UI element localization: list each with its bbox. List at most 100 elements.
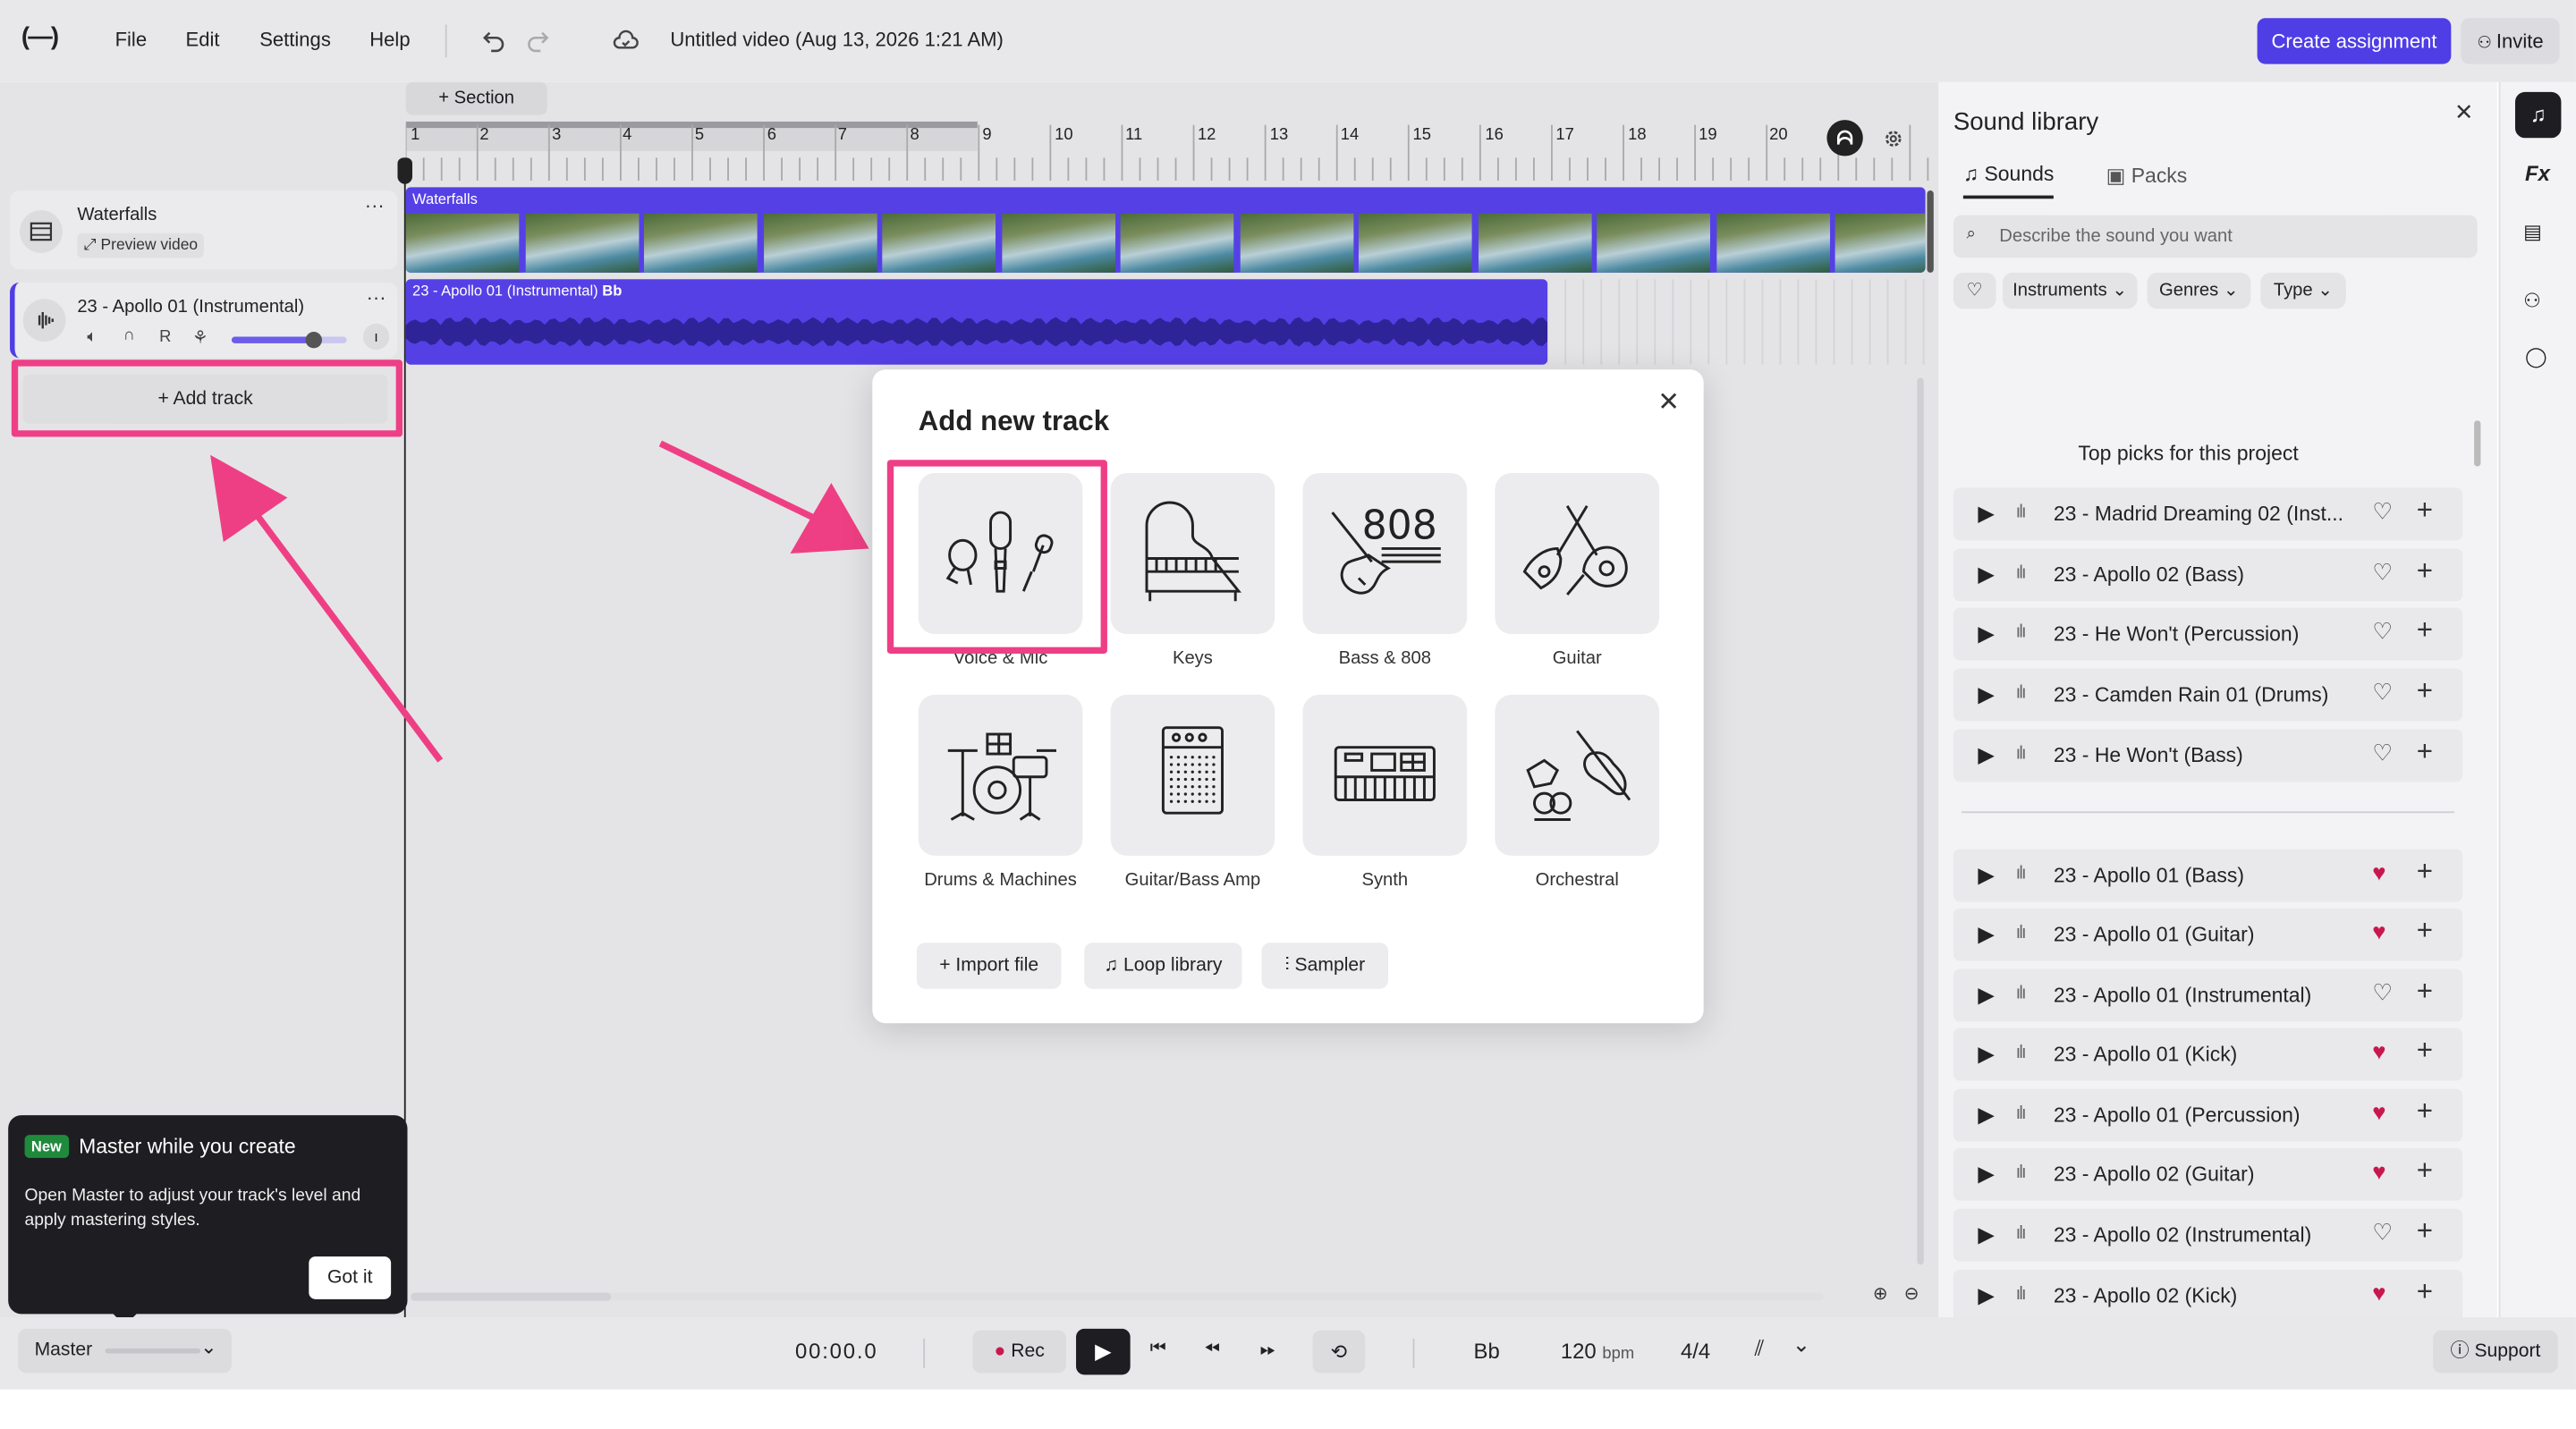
playhead-handle[interactable] xyxy=(397,157,413,184)
add-sound-icon[interactable]: + xyxy=(2417,1035,2433,1068)
track-name[interactable]: 23 - Apollo 01 (Instrumental) xyxy=(77,297,304,317)
sampler-button[interactable]: ⫶ Sampler xyxy=(1261,943,1389,989)
favorite-heart-icon[interactable]: ♡ xyxy=(2372,618,2393,646)
track-menu-icon[interactable]: ··· xyxy=(365,194,385,217)
app-logo[interactable]: (—) xyxy=(21,23,59,51)
track-menu-icon[interactable]: ··· xyxy=(367,286,386,309)
loop-button[interactable]: ⟲ xyxy=(1312,1330,1366,1374)
fx-rail-icon[interactable]: Fx xyxy=(2525,161,2550,186)
tile-keys[interactable] xyxy=(1110,472,1275,634)
menu-file[interactable]: File xyxy=(115,28,148,51)
play-icon[interactable]: ▶ xyxy=(1978,862,1994,888)
favorite-heart-icon[interactable]: ♡ xyxy=(2372,1219,2393,1247)
sound-row[interactable]: ▶ ılı 23 - Apollo 01 (Instrumental) ♡ + xyxy=(1953,968,2463,1022)
add-sound-icon[interactable]: + xyxy=(2417,1276,2433,1309)
play-icon[interactable]: ▶ xyxy=(1978,982,1994,1008)
video-clip[interactable]: Waterfalls xyxy=(405,187,1926,273)
add-sound-icon[interactable]: + xyxy=(2417,614,2433,647)
timeline-vscrollbar[interactable] xyxy=(1917,377,1924,1265)
zoom-in-icon[interactable]: ⊕ xyxy=(1873,1282,1888,1304)
loop-library-button[interactable]: ♫ Loop library xyxy=(1084,943,1242,989)
play-icon[interactable]: ▶ xyxy=(1978,742,1994,768)
favorite-heart-icon[interactable]: ♥ xyxy=(2372,1280,2385,1306)
play-icon[interactable]: ▶ xyxy=(1978,621,1994,647)
master-dropdown[interactable]: Master ⌄ xyxy=(18,1328,232,1374)
effects-icon[interactable]: ⚘ xyxy=(192,327,208,348)
time-signature[interactable]: 4/4 xyxy=(1681,1339,1710,1364)
tile-orchestral[interactable] xyxy=(1495,694,1660,856)
favorites-filter[interactable]: ♡ xyxy=(1953,272,1996,309)
tile-bass-808[interactable]: 808 xyxy=(1302,472,1468,634)
sound-row[interactable]: ▶ ılı 23 - Apollo 02 (Bass) ♡ + xyxy=(1953,548,2463,602)
sound-row[interactable]: ▶ ılı 23 - Apollo 01 (Guitar) ♥ + xyxy=(1953,908,2463,961)
favorite-heart-icon[interactable]: ♡ xyxy=(2372,558,2393,586)
scroll-thumb[interactable] xyxy=(411,1292,612,1301)
track-row-video[interactable]: Waterfalls ··· ⤢ Preview video xyxy=(10,190,398,270)
favorite-heart-icon[interactable]: ♥ xyxy=(2372,859,2385,885)
add-sound-icon[interactable]: + xyxy=(2417,1215,2433,1248)
add-sound-icon[interactable]: + xyxy=(2417,495,2433,528)
play-icon[interactable]: ▶ xyxy=(1978,562,1994,588)
volume-slider[interactable] xyxy=(231,332,347,349)
sound-row[interactable]: ▶ ılı 23 - He Won't (Percussion) ♡ + xyxy=(1953,607,2463,661)
timeline-settings-icon[interactable] xyxy=(1883,128,1904,149)
play-icon[interactable]: ▶ xyxy=(1978,1102,1994,1128)
sound-row[interactable]: ▶ ılı 23 - Apollo 01 (Percussion) ♥ + xyxy=(1953,1088,2463,1142)
add-sound-icon[interactable]: + xyxy=(2417,976,2433,1009)
add-sound-icon[interactable]: + xyxy=(2417,675,2433,708)
play-icon[interactable]: ▶ xyxy=(1978,1222,1994,1248)
tile-drums[interactable] xyxy=(918,694,1083,856)
tile-synth[interactable] xyxy=(1302,694,1468,856)
preview-video-button[interactable]: ⤢ Preview video xyxy=(77,233,205,258)
tile-amp[interactable] xyxy=(1110,694,1275,856)
tile-guitar[interactable] xyxy=(1495,472,1660,634)
add-section-button[interactable]: + Section xyxy=(405,81,547,115)
menu-help[interactable]: Help xyxy=(369,28,410,51)
import-file-button[interactable]: + Import file xyxy=(916,943,1062,989)
sound-row[interactable]: ▶ ılı 23 - Madrid Dreaming 02 (Inst... ♡ + xyxy=(1953,487,2463,541)
tab-packs[interactable]: ▣ Packs xyxy=(2106,163,2188,188)
key-display[interactable]: Bb xyxy=(1474,1339,1500,1364)
add-sound-icon[interactable]: + xyxy=(2417,856,2433,889)
invite-button[interactable]: ⚇ Invite xyxy=(2461,18,2560,64)
rewind-icon[interactable]: ⏪︎ xyxy=(1204,1337,1220,1362)
favorite-heart-icon[interactable]: ♡ xyxy=(2372,740,2393,767)
add-sound-icon[interactable]: + xyxy=(2417,915,2433,948)
favorite-heart-icon[interactable]: ♥ xyxy=(2372,1158,2385,1184)
add-sound-icon[interactable]: + xyxy=(2417,736,2433,769)
chevron-down-icon[interactable]: ⌄ xyxy=(1792,1332,1810,1358)
instruments-filter[interactable]: Instruments ⌄ xyxy=(2002,272,2138,309)
play-icon[interactable]: ▶ xyxy=(1978,1162,1994,1188)
sound-library-rail-icon[interactable]: ♫ xyxy=(2514,91,2562,139)
add-sound-icon[interactable]: + xyxy=(2417,555,2433,588)
favorite-heart-icon[interactable]: ♡ xyxy=(2372,679,2393,706)
metronome-toggle-icon[interactable]: ⫽ xyxy=(1755,1335,1765,1361)
fast-forward-icon[interactable]: ⏩︎ xyxy=(1260,1337,1276,1362)
favorite-heart-icon[interactable]: ♡ xyxy=(2372,979,2393,1007)
sound-row[interactable]: ▶ ılı 23 - He Won't (Bass) ♡ + xyxy=(1953,729,2463,782)
sound-row[interactable]: ▶ ılı 23 - Apollo 02 (Instrumental) ♡ + xyxy=(1953,1208,2463,1262)
sound-row[interactable]: ▶ ılı 23 - Apollo 01 (Bass) ♥ + xyxy=(1953,849,2463,902)
track-scrollbar[interactable] xyxy=(1927,190,1934,273)
support-button[interactable]: ⓘ Support xyxy=(2433,1330,2558,1374)
favorite-heart-icon[interactable]: ♡ xyxy=(2372,498,2393,526)
comments-rail-icon[interactable]: ◯ xyxy=(2525,345,2547,368)
video-rail-icon[interactable]: ▤ xyxy=(2523,220,2542,243)
track-name[interactable]: Waterfalls xyxy=(77,206,157,225)
type-filter[interactable]: Type ⌄ xyxy=(2260,272,2346,309)
tab-sounds[interactable]: ♫ Sounds xyxy=(1962,163,2055,199)
favorite-heart-icon[interactable]: ♥ xyxy=(2372,918,2385,944)
got-it-button[interactable]: Got it xyxy=(309,1256,392,1299)
favorite-heart-icon[interactable]: ♥ xyxy=(2372,1099,2385,1125)
add-sound-icon[interactable]: + xyxy=(2417,1154,2433,1188)
genres-filter[interactable]: Genres ⌄ xyxy=(2147,272,2251,309)
add-sound-icon[interactable]: + xyxy=(2417,1095,2433,1129)
library-scrollbar[interactable] xyxy=(2474,420,2481,467)
favorite-heart-icon[interactable]: ♥ xyxy=(2372,1038,2385,1064)
sound-row[interactable]: ▶ ılı 23 - Apollo 02 (Guitar) ♥ + xyxy=(1953,1147,2463,1201)
play-icon[interactable]: ▶ xyxy=(1978,501,1994,527)
library-search[interactable]: ⌕ Describe the sound you want xyxy=(1953,215,2478,258)
play-icon[interactable]: ▶ xyxy=(1978,1041,1994,1067)
record-button[interactable]: ● Rec xyxy=(972,1330,1067,1374)
redo-icon[interactable] xyxy=(526,28,552,54)
